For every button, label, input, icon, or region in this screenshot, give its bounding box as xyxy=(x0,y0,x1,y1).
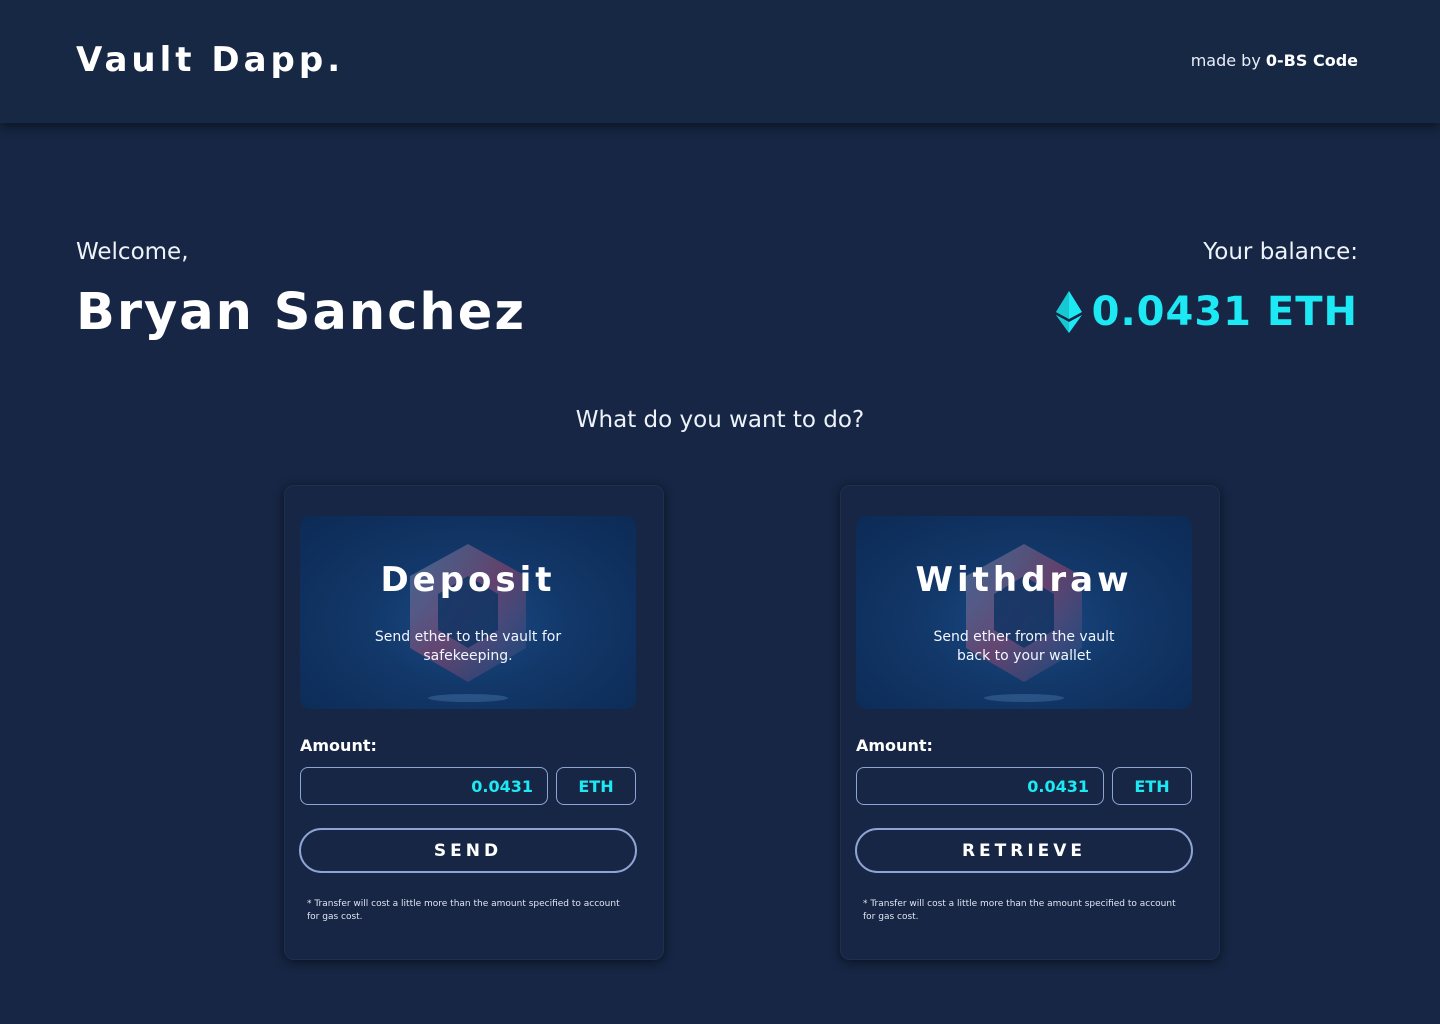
deposit-banner: Deposit Send ether to the vault for safe… xyxy=(300,516,636,709)
credit-text: made by 0-BS Code xyxy=(1191,51,1358,70)
ethereum-icon xyxy=(1055,291,1082,333)
balance-value: 0.0431 ETH xyxy=(1091,289,1358,335)
deposit-amount-label: Amount: xyxy=(300,736,377,755)
balance-display: 0.0431 ETH xyxy=(1055,289,1358,335)
retrieve-button[interactable]: RETRIEVE xyxy=(855,828,1193,873)
withdraw-description: Send ether from the vault back to your w… xyxy=(933,629,1115,664)
deposit-unit-label: ETH xyxy=(556,767,636,805)
withdraw-amount-label: Amount: xyxy=(856,736,933,755)
withdraw-gas-note: * Transfer will cost a little more than … xyxy=(863,899,1176,922)
withdraw-amount-input[interactable] xyxy=(856,767,1104,805)
credit-prefix: made by xyxy=(1190,51,1261,70)
action-prompt: What do you want to do? xyxy=(575,407,865,433)
user-name: Bryan Sanchez xyxy=(76,283,527,342)
withdraw-banner: Withdraw Send ether from the vault back … xyxy=(856,516,1192,709)
deposit-title: Deposit xyxy=(380,560,556,600)
withdraw-unit-label: ETH xyxy=(1112,767,1192,805)
welcome-text: Welcome, xyxy=(76,239,189,265)
withdraw-title: Withdraw xyxy=(915,560,1133,600)
deposit-amount-input[interactable] xyxy=(300,767,548,805)
send-button[interactable]: SEND xyxy=(299,828,637,873)
withdraw-card: Withdraw Send ether from the vault back … xyxy=(840,485,1220,960)
credit-name-link[interactable]: 0-BS Code xyxy=(1266,51,1358,70)
app-logo[interactable]: Vault Dapp. xyxy=(76,40,344,80)
balance-label: Your balance: xyxy=(1203,239,1358,265)
deposit-card: Deposit Send ether to the vault for safe… xyxy=(284,485,664,960)
top-header: Vault Dapp. made by 0-BS Code xyxy=(0,0,1440,123)
deposit-description: Send ether to the vault for safekeeping. xyxy=(374,629,562,664)
deposit-gas-note: * Transfer will cost a little more than … xyxy=(307,899,620,922)
